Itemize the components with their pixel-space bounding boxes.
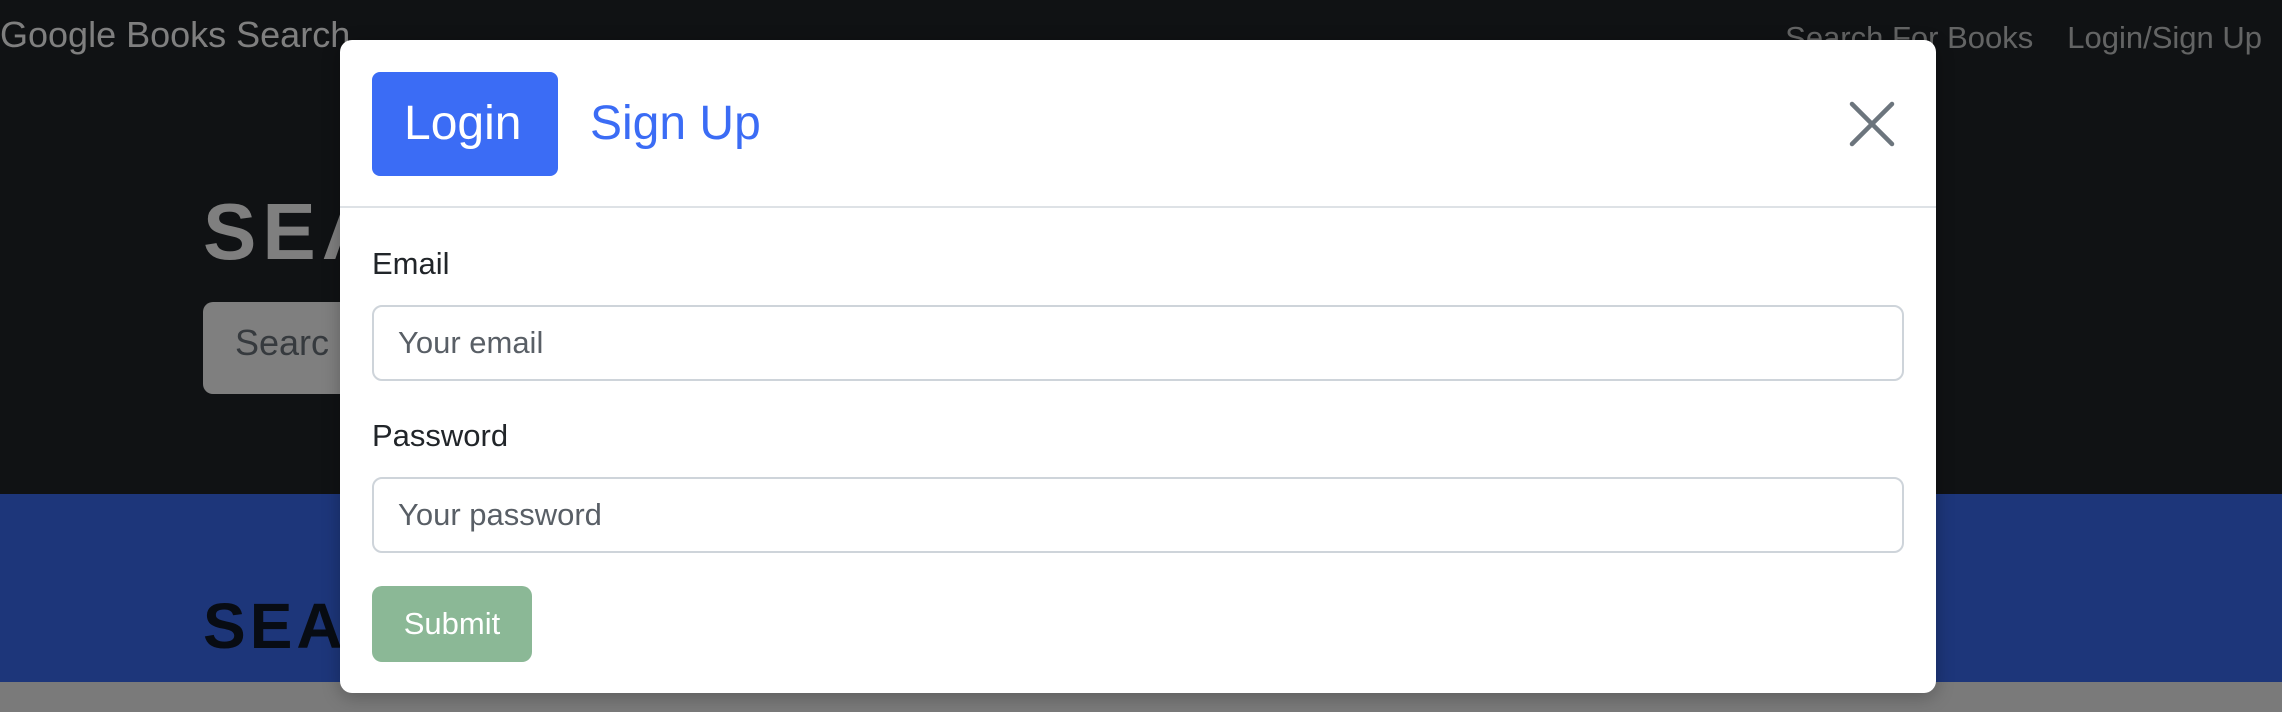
submit-button[interactable]: Submit [372,586,532,662]
login-modal: Login Sign Up Email Password Submit [340,40,1936,693]
tab-signup[interactable]: Sign Up [558,72,793,176]
modal-header: Login Sign Up [340,40,1936,208]
email-label: Email [372,246,450,281]
tab-login[interactable]: Login [372,72,558,176]
password-field[interactable] [372,477,1904,553]
email-field[interactable] [372,305,1904,381]
close-icon[interactable] [1846,98,1898,150]
password-label: Password [372,418,509,453]
page: Google Books Search Search For Books Log… [0,0,2282,712]
